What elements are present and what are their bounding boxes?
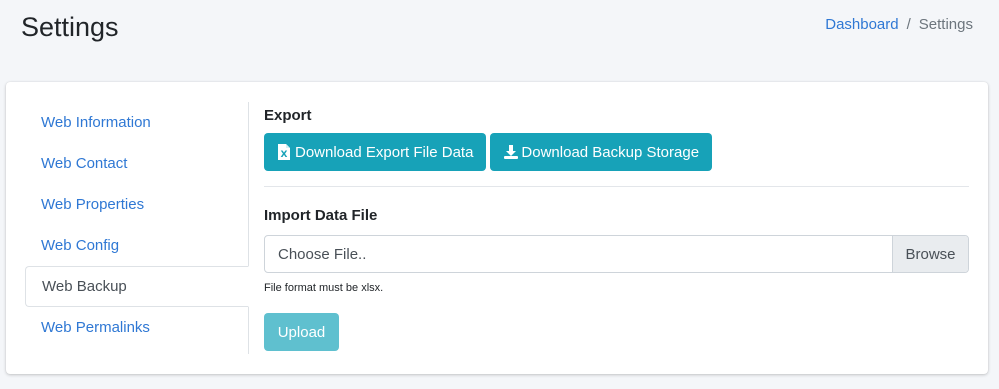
file-format-help: File format must be xlsx. (264, 282, 384, 294)
section-divider (264, 186, 969, 187)
download-export-label: Download Export File Data (295, 143, 474, 161)
download-export-button[interactable]: X Download Export File Data (264, 133, 487, 171)
svg-text:X: X (281, 150, 288, 160)
file-input[interactable]: Choose File.. Browse (264, 235, 969, 273)
settings-card: Web Information Web Contact Web Properti… (6, 82, 988, 374)
breadcrumb: Dashboard / Settings (825, 16, 973, 33)
download-backup-label: Download Backup Storage (521, 143, 700, 161)
upload-button[interactable]: Upload (264, 313, 339, 351)
nav-item-web-config[interactable]: Web Config (25, 225, 248, 266)
nav-item-web-permalinks[interactable]: Web Permalinks (25, 307, 248, 348)
download-icon (503, 144, 519, 160)
export-buttons: X Download Export File Data Download Bac… (264, 133, 969, 171)
download-backup-button[interactable]: Download Backup Storage (490, 133, 713, 171)
nav-item-web-backup[interactable]: Web Backup (25, 266, 249, 307)
nav-item-web-properties[interactable]: Web Properties (25, 184, 248, 225)
breadcrumb-separator: / (906, 16, 911, 33)
browse-button[interactable]: Browse (892, 236, 968, 272)
breadcrumb-current: Settings (918, 16, 973, 33)
breadcrumb-dashboard-link[interactable]: Dashboard (825, 16, 898, 33)
backup-panel: Export X Download Export File Data Downl… (264, 102, 969, 351)
file-input-field[interactable]: Choose File.. (265, 236, 892, 272)
page-title: Settings (21, 12, 119, 42)
nav-item-web-contact[interactable]: Web Contact (25, 143, 248, 184)
settings-nav: Web Information Web Contact Web Properti… (25, 102, 249, 354)
export-heading: Export (264, 107, 312, 124)
import-heading: Import Data File (264, 207, 378, 224)
nav-item-web-information[interactable]: Web Information (25, 102, 248, 143)
file-excel-icon: X (277, 144, 291, 160)
